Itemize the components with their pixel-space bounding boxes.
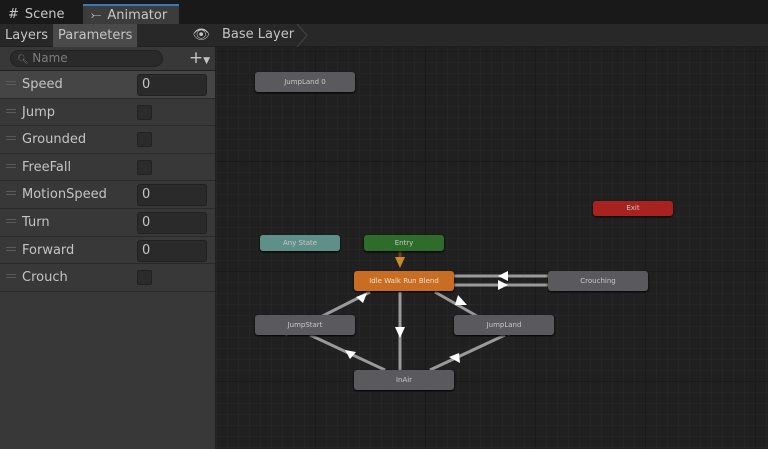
breadcrumb-base-layer[interactable]: Base Layer bbox=[222, 27, 294, 42]
parameter-name: Forward bbox=[22, 242, 75, 258]
parameter-value-input[interactable]: 0 bbox=[137, 239, 207, 262]
parameter-value-input[interactable]: 0 bbox=[137, 211, 207, 234]
add-parameter-button[interactable]: +▼ bbox=[189, 48, 210, 68]
parameter-checkbox[interactable] bbox=[137, 270, 152, 286]
eye-icon[interactable]: 👁 bbox=[192, 27, 210, 43]
state-jumpland[interactable]: JumpLand bbox=[454, 315, 554, 335]
animator-icon: ⤚ bbox=[91, 7, 102, 23]
parameter-row[interactable]: Turn 0 bbox=[0, 208, 215, 237]
parameters-panel: Layers Parameters 👁 🔍︎ Name +▼ Speed 0 Jum… bbox=[0, 23, 215, 449]
drag-handle-icon[interactable] bbox=[6, 274, 16, 279]
parameter-value-input[interactable]: 0 bbox=[137, 184, 207, 207]
drag-handle-icon[interactable] bbox=[6, 136, 16, 141]
state-any-state[interactable]: Any State bbox=[260, 235, 340, 251]
parameter-row[interactable]: Crouch bbox=[0, 264, 215, 292]
parameter-checkbox[interactable] bbox=[137, 104, 152, 120]
parameter-name: Grounded bbox=[22, 132, 87, 148]
parameter-row[interactable]: Forward 0 bbox=[0, 236, 215, 265]
parameter-name: Jump bbox=[22, 104, 55, 120]
parameter-value-input[interactable]: 0 bbox=[137, 74, 207, 96]
parameter-row[interactable]: Speed 0 bbox=[0, 71, 215, 99]
state-idle-walk-run-blend[interactable]: Idle Walk Run Blend bbox=[354, 271, 454, 291]
state-machine-graph[interactable]: JumpLand 0 Exit Any State Entry Idle Wal… bbox=[215, 47, 768, 449]
parameter-row[interactable]: Jump bbox=[0, 98, 215, 127]
tab-parameters[interactable]: Parameters bbox=[53, 23, 138, 47]
state-crouching[interactable]: Crouching bbox=[548, 271, 648, 291]
parameter-checkbox[interactable] bbox=[137, 132, 152, 148]
drag-handle-icon[interactable] bbox=[6, 246, 16, 251]
state-jumpland-0[interactable]: JumpLand 0 bbox=[255, 72, 355, 92]
grid-icon: # bbox=[8, 6, 19, 22]
drag-handle-icon[interactable] bbox=[6, 108, 16, 113]
tab-layers[interactable]: Layers bbox=[0, 24, 53, 47]
parameter-row[interactable]: Grounded bbox=[0, 126, 215, 154]
state-jumpstart[interactable]: JumpStart bbox=[255, 315, 355, 335]
parameter-row[interactable]: MotionSpeed 0 bbox=[0, 181, 215, 209]
parameter-row[interactable]: FreeFall bbox=[0, 153, 215, 182]
state-entry[interactable]: Entry bbox=[364, 235, 444, 251]
tab-animator[interactable]: ⤚ Animator bbox=[83, 4, 179, 24]
parameter-name: Crouch bbox=[22, 270, 68, 286]
drag-handle-icon[interactable] bbox=[6, 191, 16, 196]
search-input[interactable]: 🔍︎ Name bbox=[10, 50, 163, 67]
parameter-name: Speed bbox=[22, 77, 63, 92]
parameter-name: Turn bbox=[22, 214, 50, 230]
breadcrumb: Base Layer bbox=[215, 24, 768, 47]
parameter-name: FreeFall bbox=[22, 159, 72, 175]
state-exit[interactable]: Exit bbox=[593, 201, 673, 216]
drag-handle-icon[interactable] bbox=[6, 218, 16, 223]
drag-handle-icon[interactable] bbox=[6, 81, 16, 85]
window-tabbar: # Scene ⤚ Animator bbox=[0, 0, 768, 24]
state-inair[interactable]: InAir bbox=[354, 370, 454, 390]
parameter-name: MotionSpeed bbox=[22, 187, 107, 203]
parameter-checkbox[interactable] bbox=[137, 159, 152, 175]
search-icon: 🔍︎ bbox=[17, 55, 29, 65]
drag-handle-icon[interactable] bbox=[6, 163, 16, 168]
tab-scene[interactable]: # Scene bbox=[0, 4, 82, 24]
